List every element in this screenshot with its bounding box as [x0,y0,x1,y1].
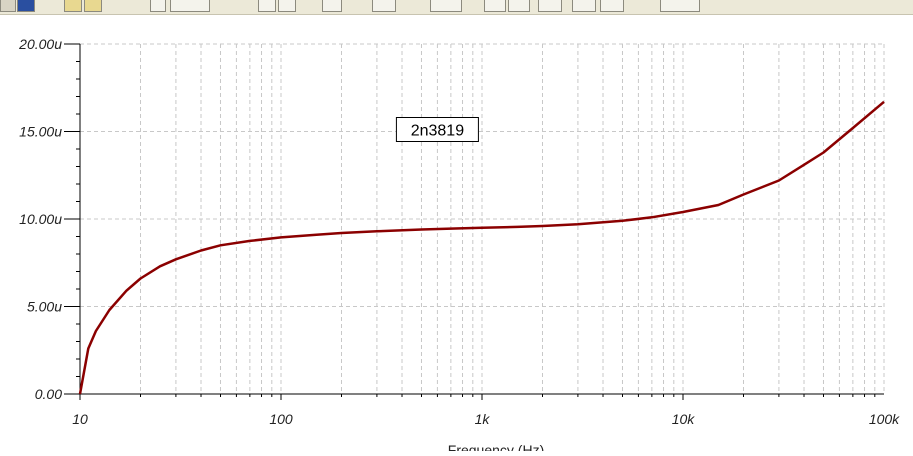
annotation-label: 2n3819 [411,123,464,140]
x-tick-label: 10 [72,411,88,427]
x-tick-label: 100k [869,411,900,427]
y-tick-label: 20.00u [18,36,62,52]
tick-labels: 0.00 5.00u 10.00u 15.00u 20.00u 10 100 1k 10k 100… [18,36,900,427]
cursor-button[interactable] [150,0,166,12]
open-button[interactable] [0,0,16,12]
link-button[interactable] [538,0,562,12]
circle-button[interactable] [430,0,462,12]
y-tick-label: 15.00u [19,124,62,140]
list-button[interactable] [372,0,396,12]
x-tick-label: 1k [475,411,491,427]
chart: 0.00 5.00u 10.00u 15.00u 20.00u 10 100 1k 10k 100… [18,36,900,456]
x-tick-label: 10k [672,411,696,427]
toolbar [0,0,913,15]
grid [79,43,885,395]
paste-button[interactable] [84,0,102,12]
help-button[interactable] [322,0,342,12]
axis-button[interactable] [278,0,296,12]
y-tick-label: 10.00u [19,211,62,227]
marker-b-button[interactable] [508,0,530,12]
marker-a-button[interactable] [484,0,506,12]
line-button[interactable] [600,0,624,12]
annotations: 2n3819 [395,117,479,142]
minus-button[interactable] [258,0,276,12]
y-tick-label: 5.00u [27,299,62,315]
x-axis-label: Frequency (Hz) [448,442,544,451]
y-tick-label: 0.00 [35,386,62,402]
copy-button[interactable] [64,0,82,12]
dropdown-button[interactable] [660,0,700,12]
save-button[interactable] [17,0,35,12]
plot-area: 0.00 5.00u 10.00u 15.00u 20.00u 10 100 1k 10k 100… [0,14,913,456]
zoom-button[interactable] [170,0,210,12]
pen-button[interactable] [572,0,596,12]
axes [64,43,884,400]
x-tick-label: 100 [269,411,293,427]
